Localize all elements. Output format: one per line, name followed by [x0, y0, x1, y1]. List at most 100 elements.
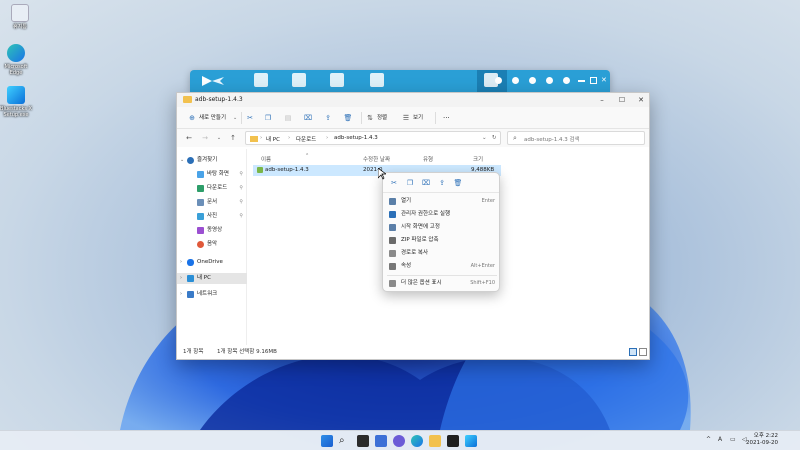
pin-icon [389, 224, 396, 231]
menu-item-copy-path[interactable]: 경로로 복사 [383, 247, 501, 260]
crumb-downloads[interactable]: 다운로드 [296, 135, 316, 143]
search-icon: ⌕ [513, 134, 517, 142]
bluestacks-icon[interactable] [465, 435, 477, 447]
maximize-icon[interactable] [590, 77, 597, 84]
network-icon[interactable]: ▭ [730, 436, 736, 443]
back-button[interactable]: ← [183, 132, 195, 144]
sort-up-icon: ⌃ [305, 153, 310, 159]
menu-item-properties[interactable]: 속성 Alt+Enter [383, 260, 501, 273]
desktop-icon-edge[interactable]: Microsoft Edge [0, 44, 33, 76]
sidebar-item-documents[interactable]: 문서 ⚲ [177, 197, 247, 208]
view-button[interactable]: 보기 [413, 112, 423, 124]
crumb-this-pc[interactable]: 내 PC [266, 135, 280, 143]
sidebar-item-videos[interactable]: 동영상 [177, 225, 247, 236]
up-button[interactable]: ↑ [227, 132, 239, 144]
search-input[interactable]: adb-setup-1.4.3 검색 [524, 135, 580, 143]
open-icon [389, 198, 396, 205]
clock-time: 오후 2:22 [753, 433, 778, 439]
column-header-size[interactable]: 크기 [473, 155, 483, 163]
copy-icon[interactable]: ❐ [263, 113, 273, 123]
column-header-name[interactable]: 이름 [261, 155, 271, 163]
cloud-icon [187, 259, 194, 266]
help-icon[interactable] [563, 77, 570, 84]
edge-icon[interactable] [411, 435, 423, 447]
crumb-folder[interactable]: adb-setup-1.4.3 [334, 135, 378, 141]
search-icon[interactable]: ⌕ [339, 435, 351, 447]
status-item-count: 1개 항목 [183, 349, 204, 355]
tiles-view-icon[interactable] [639, 348, 647, 356]
menu-item-open[interactable]: 열기 Enter [383, 195, 501, 208]
taskbar: ⌕ ^ A ▭ ◁ 오후 2:22 2021-09-20 [0, 430, 800, 450]
widgets-icon[interactable] [375, 435, 387, 447]
cut-icon[interactable]: ✂ [245, 113, 255, 123]
download-icon[interactable] [512, 77, 519, 84]
address-bar[interactable]: › 내 PC › 다운로드 › adb-setup-1.4.3 ⌄ ↻ [245, 131, 501, 145]
sidebar-item-music[interactable]: 음악 [177, 239, 247, 250]
sidebar-item-this-pc[interactable]: › 내 PC [177, 273, 247, 284]
sidebar-item-downloads[interactable]: 다운로드 ⚲ [177, 183, 247, 194]
minimize-icon[interactable] [578, 80, 585, 82]
app-nav-icon-4[interactable] [330, 73, 344, 87]
sort-button[interactable]: 정렬 [377, 112, 387, 124]
sidebar-item-quick-access[interactable]: ⌄ 즐겨찾기 [177, 155, 247, 166]
title-bar[interactable]: adb-setup-1.4.3 – ☐ ✕ [177, 93, 649, 107]
window-title: adb-setup-1.4.3 [195, 96, 243, 103]
file-explorer-icon[interactable] [429, 435, 441, 447]
sidebar-item-desktop[interactable]: 바탕 화면 ⚲ [177, 169, 247, 180]
close-icon[interactable]: ✕ [601, 77, 608, 84]
forward-button[interactable]: → [199, 132, 211, 144]
task-view-icon[interactable] [357, 435, 369, 447]
maximize-button[interactable]: ☐ [613, 94, 631, 106]
store-icon[interactable] [447, 435, 459, 447]
shield-icon [389, 211, 396, 218]
recent-button[interactable]: ⌄ [213, 132, 225, 144]
properties-icon [389, 263, 396, 270]
address-folder-icon [250, 136, 258, 142]
new-dropdown-icon[interactable]: ⌄ [233, 112, 237, 124]
bell-icon[interactable] [495, 77, 502, 84]
menu-item-compress-zip[interactable]: ZIP 파일로 압축 [383, 234, 501, 247]
more-button[interactable]: ··· [443, 112, 450, 124]
desktop-icon-bluestacks-setup[interactable]: Bluestacks X Setup.exe [0, 86, 33, 118]
keyboard-language-icon[interactable]: A [718, 436, 722, 443]
tray-overflow-icon[interactable]: ^ [706, 436, 711, 443]
sort-icon: ⇅ [367, 114, 373, 122]
column-header-modified[interactable]: 수정한 날짜 [363, 155, 390, 163]
gear-icon[interactable] [529, 77, 536, 84]
menu-item-run-as-admin[interactable]: 관리자 권한으로 실행 [383, 208, 501, 221]
app-nav-icon-2[interactable] [292, 73, 306, 87]
clock[interactable]: 오후 2:22 2021-09-20 [746, 433, 778, 447]
refresh-icon[interactable]: ↻ [492, 135, 497, 141]
app-nav-icon-5[interactable] [370, 73, 384, 87]
desktop-icon-recycle-bin[interactable]: 휴지통 [3, 4, 37, 30]
address-dropdown-icon[interactable]: ⌄ [482, 135, 487, 141]
delete-icon[interactable]: 🗑 [343, 113, 353, 123]
app-nav-icon-1[interactable] [254, 73, 268, 87]
menu-item-pin-to-start[interactable]: 시작 화면에 고정 [383, 221, 501, 234]
rename-icon[interactable]: ⌧ [421, 178, 431, 188]
sidebar-item-network[interactable]: › 네트워크 [177, 289, 247, 300]
clock-date: 2021-09-20 [746, 440, 778, 446]
chat-icon[interactable] [393, 435, 405, 447]
paste-icon[interactable]: ▤ [283, 113, 293, 123]
delete-icon[interactable]: 🗑 [453, 178, 463, 188]
bluestacks-window[interactable]: ✕ [190, 70, 610, 92]
picture-icon [197, 213, 204, 220]
share-icon[interactable]: ⇪ [437, 178, 447, 188]
start-icon[interactable] [321, 435, 333, 447]
rename-icon[interactable]: ⌧ [303, 113, 313, 123]
search-box[interactable]: ⌕ adb-setup-1.4.3 검색 [507, 131, 645, 145]
close-button[interactable]: ✕ [632, 94, 650, 106]
share-icon[interactable]: ⇪ [323, 113, 333, 123]
cut-icon[interactable]: ✂ [389, 178, 399, 188]
new-button[interactable]: 새로 만들기 [199, 112, 226, 124]
details-view-icon[interactable] [629, 348, 637, 356]
menu-item-show-more-options[interactable]: 더 많은 옵션 표시 Shift+F10 [383, 277, 501, 290]
sidebar-item-onedrive[interactable]: › OneDrive [177, 257, 247, 268]
sidebar-item-pictures[interactable]: 사진 ⚲ [177, 211, 247, 222]
column-header-type[interactable]: 유형 [423, 155, 433, 163]
copy-icon[interactable]: ❐ [405, 178, 415, 188]
minimize-button[interactable]: – [593, 94, 611, 106]
context-quick-actions: ✂ ❐ ⌧ ⇪ 🗑 [383, 173, 499, 193]
user-icon[interactable] [546, 77, 553, 84]
